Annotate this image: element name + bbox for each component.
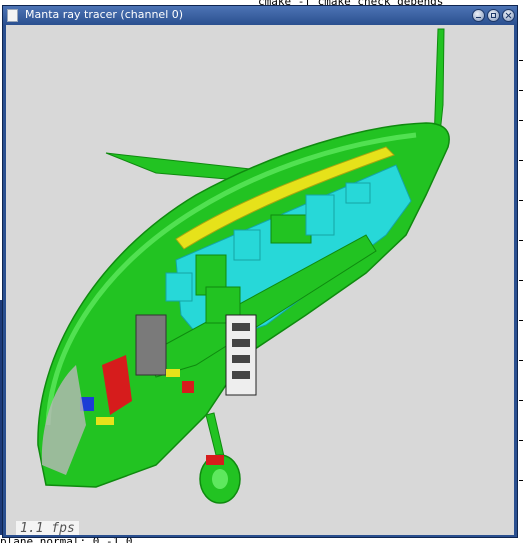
minimize-icon[interactable]: [472, 9, 485, 22]
window-titlebar[interactable]: Manta ray tracer (channel 0): [3, 6, 517, 25]
window-title: Manta ray tracer (channel 0): [25, 8, 184, 21]
desktop: cmake -f cmake check depends plane norma…: [0, 0, 524, 543]
manta-window[interactable]: Manta ray tracer (channel 0) 1.1 fps: [3, 6, 517, 537]
helicopter-render: [37, 28, 450, 504]
fps-counter: 1.1 fps: [16, 521, 79, 535]
close-icon[interactable]: [502, 9, 515, 22]
maximize-icon[interactable]: [487, 9, 500, 22]
window-icon[interactable]: [7, 9, 18, 22]
terminal-right-edge: [518, 30, 524, 530]
render-canvas[interactable]: 1.1 fps: [6, 25, 514, 535]
